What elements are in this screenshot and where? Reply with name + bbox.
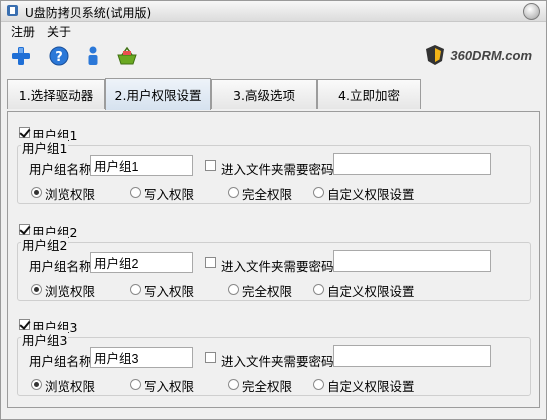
group-enable-checkbox[interactable] bbox=[19, 319, 30, 330]
group-enable-checkbox[interactable] bbox=[19, 224, 30, 235]
radio-custom-label: 自定义权限设置 bbox=[327, 187, 415, 202]
radio-full[interactable] bbox=[228, 379, 239, 390]
folder-password-label: 进入文件夹需要密码 bbox=[221, 259, 334, 274]
folder-password-checkbox[interactable] bbox=[205, 160, 216, 171]
radio-full-label: 完全权限 bbox=[242, 187, 293, 202]
radio-write-label: 写入权限 bbox=[144, 284, 195, 299]
menu-item-register[interactable]: 注册 bbox=[11, 23, 35, 40]
title-bar: U盘防拷贝系统(试用版) bbox=[1, 1, 546, 22]
svg-text:?: ? bbox=[55, 50, 63, 65]
radio-custom[interactable] bbox=[313, 284, 324, 295]
user-icon[interactable] bbox=[81, 44, 105, 68]
help-icon[interactable]: ? bbox=[47, 44, 71, 68]
window-title: U盘防拷贝系统(试用版) bbox=[25, 6, 152, 20]
radio-write-label: 写入权限 bbox=[144, 187, 195, 202]
radio-full-label: 完全权限 bbox=[242, 284, 293, 299]
folder-password-checkbox[interactable] bbox=[205, 257, 216, 268]
brand-logo: 360DRM.com bbox=[424, 44, 532, 66]
folder-password-label: 进入文件夹需要密码 bbox=[221, 162, 334, 177]
group-legend: 用户组2 bbox=[21, 235, 69, 254]
radio-write[interactable] bbox=[130, 379, 141, 390]
group-enable-checkbox[interactable] bbox=[19, 127, 30, 138]
logo-text: 360DRM.com bbox=[450, 47, 532, 63]
app-icon bbox=[6, 4, 19, 17]
tab-bar: 1.选择驱动器 2.用户权限设置 3.高级选项 4.立即加密 bbox=[7, 78, 427, 111]
radio-write-label: 写入权限 bbox=[144, 379, 195, 394]
radio-browse-label: 浏览权限 bbox=[45, 187, 96, 202]
add-icon[interactable] bbox=[9, 44, 33, 68]
group-fieldset: 用户组3 用户组名称 进入文件夹需要密码 浏览权限 写入权限 完全权限 自定义权… bbox=[17, 330, 531, 396]
group-name-input[interactable] bbox=[90, 347, 193, 368]
folder-password-input[interactable] bbox=[333, 250, 491, 272]
radio-browse-label: 浏览权限 bbox=[45, 284, 96, 299]
tab-user-permissions[interactable]: 2.用户权限设置 bbox=[105, 78, 211, 110]
menu-bar: 注册 关于 bbox=[1, 22, 546, 40]
radio-custom-label: 自定义权限设置 bbox=[327, 379, 415, 394]
folder-password-input[interactable] bbox=[333, 153, 491, 175]
app-window: U盘防拷贝系统(试用版) 注册 关于 ? 360DRM.com 1.选择驱动器 … bbox=[0, 0, 547, 420]
basket-icon[interactable] bbox=[115, 44, 139, 68]
radio-custom[interactable] bbox=[313, 187, 324, 198]
folder-password-input[interactable] bbox=[333, 345, 491, 367]
shield-logo-icon bbox=[426, 45, 445, 65]
menu-item-about[interactable]: 关于 bbox=[47, 23, 71, 40]
radio-browse[interactable] bbox=[31, 284, 42, 295]
radio-custom[interactable] bbox=[313, 379, 324, 390]
tab-encrypt-now[interactable]: 4.立即加密 bbox=[317, 79, 421, 109]
tab-content-panel: 用户组1 用户组1 用户组名称 进入文件夹需要密码 浏览权限 写入权限 完全权限… bbox=[7, 111, 540, 408]
group-legend: 用户组3 bbox=[21, 330, 69, 349]
tab-advanced-options[interactable]: 3.高级选项 bbox=[211, 79, 317, 109]
group-name-input[interactable] bbox=[90, 252, 193, 273]
radio-full[interactable] bbox=[228, 284, 239, 295]
group-name-input[interactable] bbox=[90, 155, 193, 176]
radio-custom-label: 自定义权限设置 bbox=[327, 284, 415, 299]
group-name-label: 用户组名称 bbox=[29, 259, 92, 274]
radio-write[interactable] bbox=[130, 284, 141, 295]
folder-password-label: 进入文件夹需要密码 bbox=[221, 354, 334, 369]
group-name-label: 用户组名称 bbox=[29, 162, 92, 177]
window-close-button[interactable] bbox=[523, 3, 540, 20]
folder-password-checkbox[interactable] bbox=[205, 352, 216, 363]
radio-browse[interactable] bbox=[31, 187, 42, 198]
radio-full[interactable] bbox=[228, 187, 239, 198]
group-legend: 用户组1 bbox=[21, 138, 69, 157]
tab-select-drive[interactable]: 1.选择驱动器 bbox=[7, 79, 105, 109]
radio-browse-label: 浏览权限 bbox=[45, 379, 96, 394]
radio-browse[interactable] bbox=[31, 379, 42, 390]
group-fieldset: 用户组1 用户组名称 进入文件夹需要密码 浏览权限 写入权限 完全权限 自定义权… bbox=[17, 138, 531, 204]
radio-write[interactable] bbox=[130, 187, 141, 198]
group-name-label: 用户组名称 bbox=[29, 354, 92, 369]
radio-full-label: 完全权限 bbox=[242, 379, 293, 394]
group-fieldset: 用户组2 用户组名称 进入文件夹需要密码 浏览权限 写入权限 完全权限 自定义权… bbox=[17, 235, 531, 301]
